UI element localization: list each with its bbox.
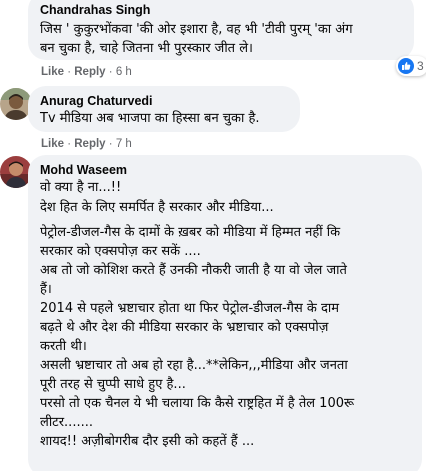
comment-mohd: Mohd Waseem वो क्या है ना...!! देश हित क… [0,152,426,471]
comment-chandrahas: Chandrahas Singh जिस ' कुकुरभोंकवा 'की ओ… [0,0,426,85]
comment-author[interactable]: Anurag Chaturvedi [40,94,153,108]
comment-bubble: Chandrahas Singh जिस ' कुकुरभोंकवा 'की ओ… [28,0,414,60]
comment-text-line: सरकार को एक्सपोज़ कर सकें .... [40,244,201,259]
comment-text-line: हैं। [40,282,52,297]
comment-text-line: शायद!! अज़ीबोगरीब दौर इसी को कहतें हैं .… [40,434,255,449]
comment-author[interactable]: Chandrahas Singh [40,3,150,17]
reaction-badge[interactable]: 3 [396,56,426,76]
comment-text-line: बढ़ते थे और देश की मीडिया सरकार के भ्रष्… [40,320,329,335]
like-button[interactable]: Like [41,66,64,78]
comment-actions: Like · Reply · 7 h [41,138,132,150]
comment-text-line: Tv मीडिया अब भाजपा का हिस्सा बन चुका है. [40,111,260,126]
comment-text-line: बन चुका है, चाहे जितना भी पुरस्कार जीत ल… [40,41,253,56]
comment-text-line: 2014 से पहले भ्रष्टाचार होता था फिर पेट्… [40,301,340,316]
separator: · [108,66,116,78]
comment-text-line: जिस ' कुकुरभोंकवा 'की ओर इशारा है, वह भी… [40,22,353,37]
reaction-count: 3 [417,59,424,73]
comment-text-line: अब तो जो कोशिश करते हैं उनकी नौकरी जाती … [40,263,347,278]
reply-button[interactable]: Reply [74,138,105,150]
comment-text: वो क्या है ना...!! देश हित के लिए समर्पि… [40,178,354,451]
comment-bubble: Mohd Waseem वो क्या है ना...!! देश हित क… [28,155,422,471]
comment-timestamp[interactable]: 6 h [116,66,132,78]
comment-text-line: परसो तो एक चैनल ये भी चलाया कि कैसे राष्… [40,396,355,411]
comment-text-line: देश हित के लिए समर्पित है सरकार और मीडिय… [40,200,274,215]
comment-text: Tv मीडिया अब भाजपा का हिस्सा बन चुका है. [40,109,260,128]
thumbs-up-icon [398,58,414,74]
reply-button[interactable]: Reply [74,66,105,78]
comment-timestamp[interactable]: 7 h [116,138,132,150]
comment-text-line: पेट्रोल-डीजल-गैस के दामों के ख़बर को मीड… [40,225,341,240]
comment-bubble: Anurag Chaturvedi Tv मीडिया अब भाजपा का … [28,86,300,132]
comment-actions: Like · Reply · 6 h [41,66,132,78]
like-button[interactable]: Like [41,138,64,150]
comment-text-line: असली भ्रष्टाचार तो अब हो रहा है...**लेकि… [40,358,348,373]
comment-text-line: वो क्या है ना...!! [40,180,122,195]
separator: · [108,138,116,150]
comment-anurag: Anurag Chaturvedi Tv मीडिया अब भाजपा का … [0,85,426,155]
comment-text-line: लीटर....... [40,415,93,430]
comment-text: जिस ' कुकुरभोंकवा 'की ओर इशारा है, वह भी… [40,20,353,58]
comment-text-line: करती थी। [40,339,87,354]
comment-author[interactable]: Mohd Waseem [40,163,127,177]
comment-text-line: पूरी तरह से चुप्पी साधे हुए है... [40,377,186,392]
